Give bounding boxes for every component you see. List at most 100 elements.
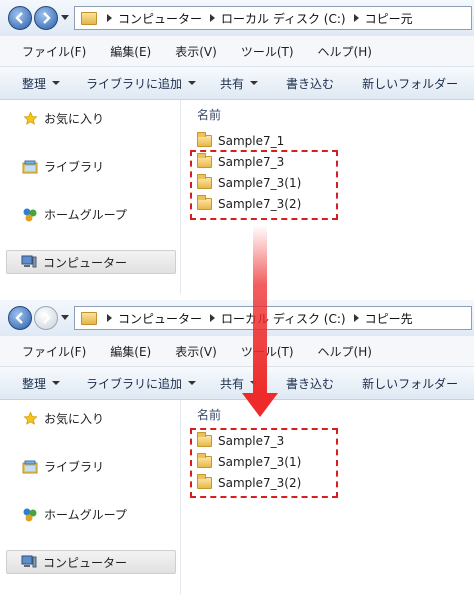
sidebar-item-label: お気に入り <box>44 412 105 426</box>
breadcrumb-separator[interactable] <box>210 314 216 322</box>
library-icon <box>22 459 38 475</box>
sidebar-item-label: ライブラリ <box>44 160 105 174</box>
sidebar-item-label: コンピューター <box>43 255 128 270</box>
add-to-library-button[interactable]: ライブラリに追加 <box>86 75 197 92</box>
new-folder-label: 新しいフォルダー <box>362 376 459 391</box>
selection-highlight-box <box>190 150 338 220</box>
burn-label: 書き込む <box>286 376 335 391</box>
computer-icon <box>21 554 37 570</box>
computer-icon <box>21 254 37 270</box>
chevron-down-icon <box>250 81 259 85</box>
breadcrumb-local-disk[interactable]: ローカル ディスク (C:) <box>221 10 346 27</box>
sidebar-item-favorites[interactable]: お気に入り <box>22 110 104 127</box>
sidebar-item-label: コンピューター <box>43 555 128 570</box>
recent-pages-dropdown[interactable] <box>61 315 69 320</box>
command-bar: 整理 ライブラリに追加 共有 書き込む 新しいフォルダー <box>0 367 474 400</box>
menu-bar: ファイル(F) 編集(E) 表示(V) ツール(T) ヘルプ(H) <box>0 336 474 367</box>
back-arrow-icon <box>15 312 23 324</box>
breadcrumb-separator[interactable] <box>353 14 359 22</box>
breadcrumb-computer[interactable]: コンピューター <box>118 310 202 327</box>
breadcrumb-separator[interactable] <box>353 314 359 322</box>
sidebar-item-computer[interactable]: コンピューター <box>6 250 176 274</box>
breadcrumb-separator[interactable] <box>107 314 112 322</box>
file-list: 名前 Sample7_3 Sample7_3(1) Sample7_3(2) <box>181 400 474 594</box>
menu-file[interactable]: ファイル(F) <box>22 43 86 60</box>
forward-button[interactable] <box>34 6 58 30</box>
navigation-pane: お気に入り ライブラリ ホームグループ コンピューター <box>0 100 181 294</box>
column-header-name[interactable]: 名前 <box>197 406 221 423</box>
homegroup-icon <box>22 207 38 223</box>
sidebar-item-label: ホームグループ <box>44 508 127 522</box>
sidebar-item-label: お気に入り <box>44 112 105 126</box>
sidebar-item-homegroup[interactable]: ホームグループ <box>22 506 127 523</box>
new-folder-button[interactable]: 新しいフォルダー <box>362 75 458 92</box>
menu-edit[interactable]: 編集(E) <box>110 43 151 60</box>
chevron-down-icon <box>188 381 197 385</box>
menu-file[interactable]: ファイル(F) <box>22 343 86 360</box>
add-to-library-button[interactable]: ライブラリに追加 <box>86 375 197 392</box>
back-button[interactable] <box>8 306 32 330</box>
breadcrumb-separator[interactable] <box>107 14 112 22</box>
address-bar-row: コンピューター ローカル ディスク (C:) コピー先 <box>0 300 474 336</box>
breadcrumb-separator[interactable] <box>210 14 216 22</box>
menu-edit[interactable]: 編集(E) <box>110 343 151 360</box>
recent-pages-dropdown[interactable] <box>61 15 69 20</box>
explorer-window-source: コンピューター ローカル ディスク (C:) コピー元 ファイル(F) 編集(E… <box>0 0 474 294</box>
add-to-library-label: ライブラリに追加 <box>86 76 183 91</box>
sidebar-item-libraries[interactable]: ライブラリ <box>22 158 104 175</box>
menu-help[interactable]: ヘルプ(H) <box>318 343 372 360</box>
folder-icon <box>81 311 97 325</box>
share-label: 共有 <box>220 76 245 91</box>
burn-button[interactable]: 書き込む <box>286 75 334 92</box>
breadcrumb-current-folder[interactable]: コピー元 <box>365 10 413 27</box>
address-box[interactable]: コンピューター ローカル ディスク (C:) コピー元 <box>74 6 472 30</box>
sidebar-item-label: ホームグループ <box>44 208 127 222</box>
selection-highlight-box <box>190 428 338 498</box>
burn-label: 書き込む <box>286 76 335 91</box>
address-bar-row: コンピューター ローカル ディスク (C:) コピー元 <box>0 0 474 36</box>
library-icon <box>22 159 38 175</box>
organize-button[interactable]: 整理 <box>22 75 61 92</box>
back-arrow-icon <box>15 12 23 24</box>
list-item[interactable]: Sample7_1 <box>197 132 285 148</box>
back-button[interactable] <box>8 6 32 30</box>
breadcrumb-current-folder[interactable]: コピー先 <box>365 310 413 327</box>
new-folder-label: 新しいフォルダー <box>362 76 459 91</box>
chevron-down-icon <box>52 81 61 85</box>
burn-button[interactable]: 書き込む <box>286 375 334 392</box>
breadcrumb-computer[interactable]: コンピューター <box>118 10 202 27</box>
sidebar-item-computer[interactable]: コンピューター <box>6 550 176 574</box>
sidebar-item-libraries[interactable]: ライブラリ <box>22 458 104 475</box>
homegroup-icon <box>22 507 38 523</box>
navigation-pane: お気に入り ライブラリ ホームグループ コンピューター <box>0 400 181 594</box>
menu-tools[interactable]: ツール(T) <box>241 43 294 60</box>
add-to-library-label: ライブラリに追加 <box>86 376 183 391</box>
sidebar-item-label: ライブラリ <box>44 460 105 474</box>
new-folder-button[interactable]: 新しいフォルダー <box>362 375 458 392</box>
chevron-down-icon <box>52 381 61 385</box>
menu-bar: ファイル(F) 編集(E) 表示(V) ツール(T) ヘルプ(H) <box>0 36 474 67</box>
folder-icon <box>197 132 212 147</box>
menu-help[interactable]: ヘルプ(H) <box>318 43 372 60</box>
command-bar: 整理 ライブラリに追加 共有 書き込む 新しいフォルダー <box>0 67 474 100</box>
copy-arrow-icon <box>242 225 278 417</box>
organize-label: 整理 <box>22 376 47 391</box>
share-button[interactable]: 共有 <box>220 75 259 92</box>
forward-button[interactable] <box>34 306 58 330</box>
sidebar-item-favorites[interactable]: お気に入り <box>22 410 104 427</box>
forward-arrow-icon <box>43 12 51 24</box>
folder-icon <box>81 11 97 25</box>
forward-arrow-icon <box>43 312 51 324</box>
column-header-name[interactable]: 名前 <box>197 106 221 123</box>
explorer-window-destination: コンピューター ローカル ディスク (C:) コピー先 ファイル(F) 編集(E… <box>0 300 474 594</box>
organize-button[interactable]: 整理 <box>22 375 61 392</box>
chevron-down-icon <box>188 81 197 85</box>
star-icon <box>22 111 38 127</box>
menu-view[interactable]: 表示(V) <box>175 43 217 60</box>
star-icon <box>22 411 38 427</box>
file-list: 名前 Sample7_1 Sample7_3 Sample7_3(1) Samp… <box>181 100 474 294</box>
sidebar-item-homegroup[interactable]: ホームグループ <box>22 206 127 223</box>
list-item-label: Sample7_1 <box>218 134 285 148</box>
organize-label: 整理 <box>22 76 47 91</box>
menu-view[interactable]: 表示(V) <box>175 343 217 360</box>
